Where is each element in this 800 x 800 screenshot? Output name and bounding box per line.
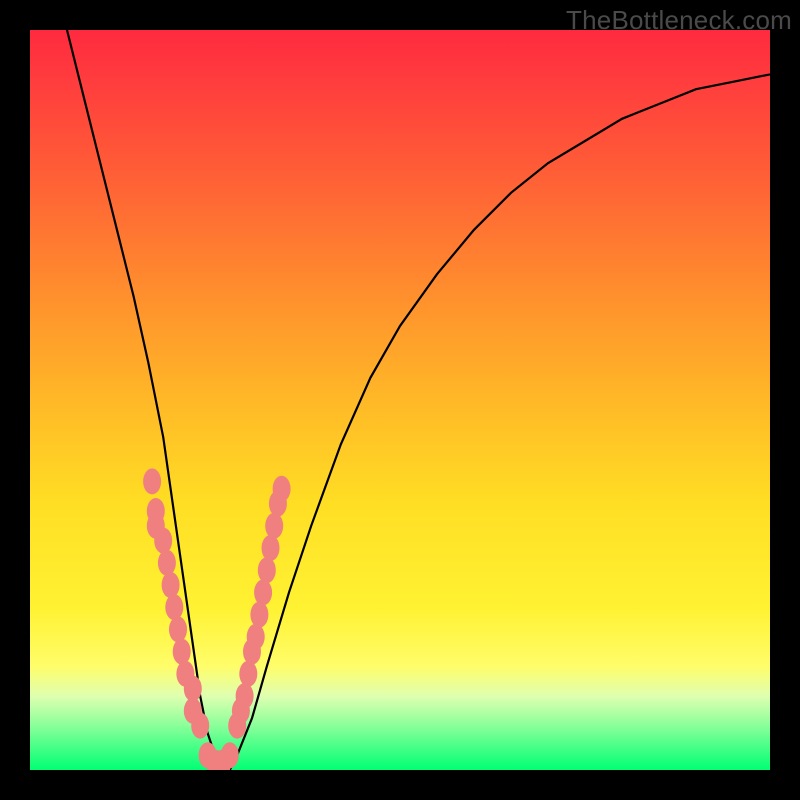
marker-left <box>154 528 172 554</box>
marker-left <box>158 550 176 576</box>
marker-right <box>247 624 265 650</box>
marker-bottom <box>221 742 239 768</box>
marker-right <box>239 661 257 687</box>
marker-left <box>173 639 191 665</box>
marker-left <box>191 713 209 739</box>
marker-left <box>169 616 187 642</box>
marker-left <box>165 594 183 620</box>
marker-right <box>250 602 268 628</box>
bottleneck-curve <box>67 30 770 770</box>
marker-right <box>236 683 254 709</box>
plot-frame <box>30 30 770 770</box>
marker-left <box>162 572 180 598</box>
marker-right <box>265 513 283 539</box>
marker-right <box>262 535 280 561</box>
marker-left <box>184 676 202 702</box>
marker-right <box>258 557 276 583</box>
marker-right <box>254 579 272 605</box>
marker-left <box>143 468 161 494</box>
curve-svg <box>30 30 770 770</box>
chart-root: TheBottleneck.com <box>0 0 800 800</box>
marker-right <box>273 476 291 502</box>
watermark-label: TheBottleneck.com <box>566 5 792 36</box>
